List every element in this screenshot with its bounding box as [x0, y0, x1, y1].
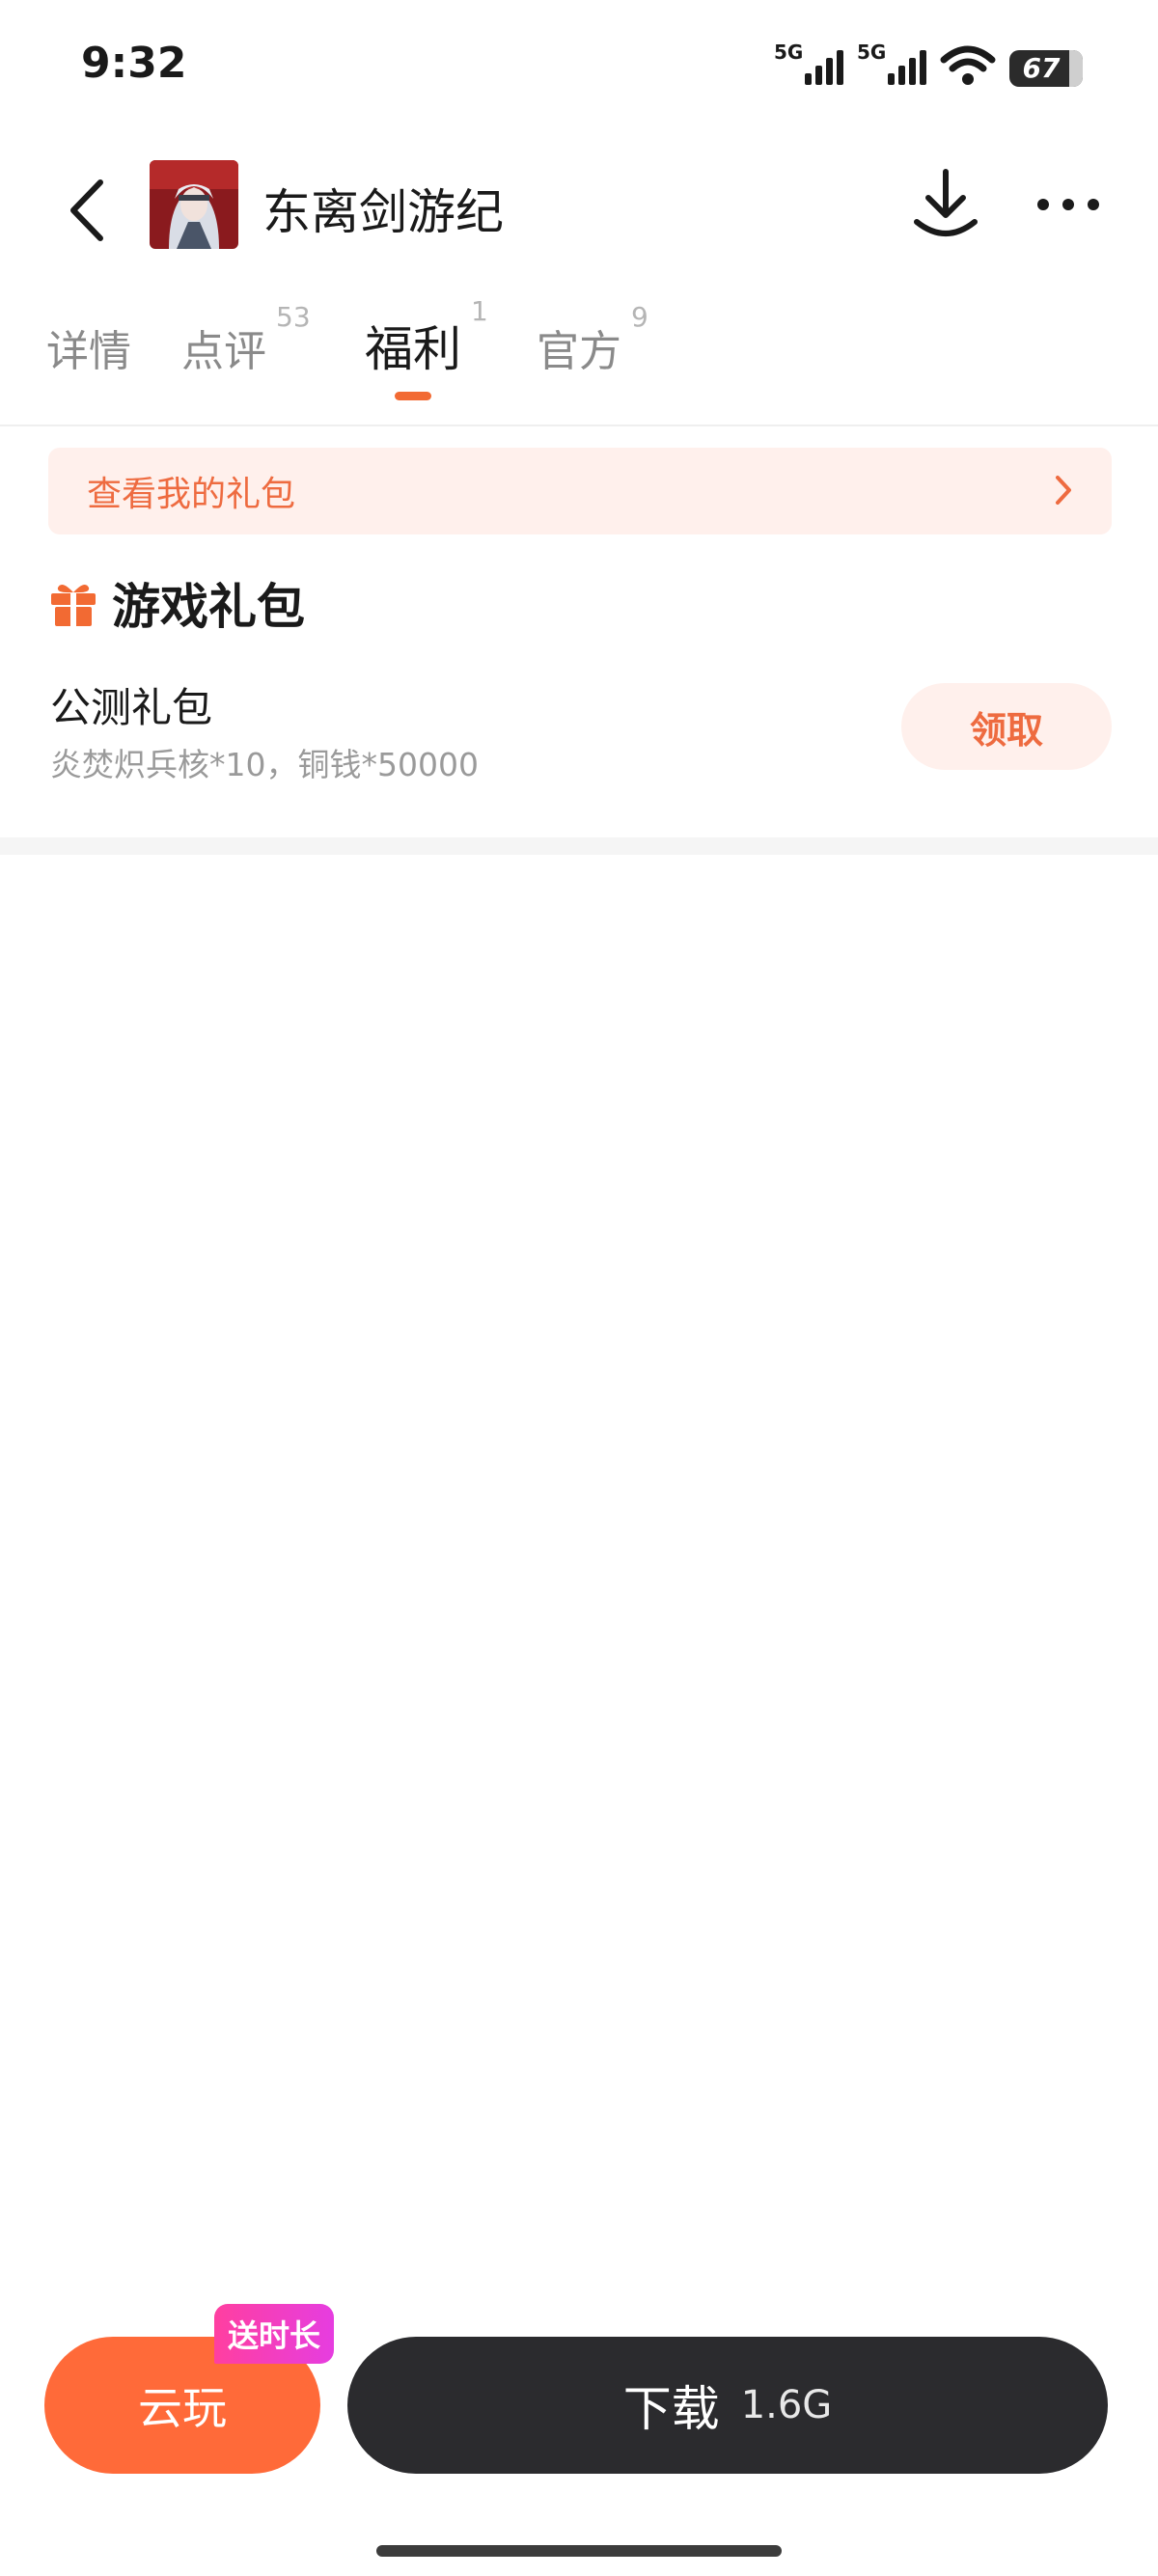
cloud-play-label: 云玩 — [138, 2382, 227, 2434]
tab-details[interactable]: 详情 — [46, 316, 131, 378]
battery-icon: 67 — [1009, 50, 1083, 87]
more-options-button[interactable] — [1037, 183, 1099, 226]
tab-official[interactable]: 官方 9 — [537, 301, 648, 378]
my-gifts-label: 查看我的礼包 — [87, 475, 296, 514]
gift-description: 炎焚炽兵核*10，铜钱*50000 — [50, 746, 479, 783]
app-avatar[interactable] — [150, 160, 238, 249]
bonus-time-tag: 送时长 — [214, 2304, 335, 2364]
tab-badge-count: 1 — [471, 295, 488, 327]
gift-section-header: 游戏礼包 — [48, 569, 305, 637]
tab-benefits[interactable]: 福利 1 — [365, 295, 488, 380]
status-time: 9:32 — [81, 39, 187, 88]
claim-button[interactable]: 领取 — [901, 683, 1112, 770]
back-button[interactable] — [58, 172, 116, 249]
gift-name: 公测礼包 — [50, 684, 213, 731]
section-title: 游戏礼包 — [112, 579, 305, 635]
download-manager-button[interactable] — [912, 166, 979, 243]
signal-5g-icon: 5G — [857, 41, 926, 91]
status-icons: 5G 5G 67 — [774, 37, 1083, 91]
home-indicator[interactable] — [376, 2545, 782, 2557]
download-button[interactable]: 下载 1.6G — [347, 2337, 1108, 2474]
download-size: 1.6G — [740, 2383, 833, 2427]
more-icon — [1037, 199, 1049, 210]
back-icon — [70, 179, 103, 241]
chevron-right-icon — [1056, 476, 1071, 505]
active-tab-indicator — [395, 392, 431, 400]
tab-badge-count: 53 — [276, 301, 311, 333]
my-gifts-banner[interactable]: 查看我的礼包 — [48, 448, 1112, 534]
app-header: 东离剑游纪 — [0, 145, 1158, 270]
status-bar: 9:32 5G 5G 67 — [0, 0, 1158, 135]
tab-bar: 详情 点评 53 福利 1 官方 9 — [0, 295, 1158, 426]
tab-badge-count: 9 — [631, 301, 648, 333]
download-label: 下载 — [622, 2381, 720, 2437]
tab-reviews[interactable]: 点评 53 — [181, 301, 311, 378]
download-icon — [914, 169, 978, 236]
signal-5g-icon: 5G — [774, 41, 843, 91]
wifi-icon — [940, 45, 996, 85]
gift-icon — [51, 584, 96, 626]
gift-list-item: 公测礼包 炎焚炽兵核*10，铜钱*50000 领取 — [48, 666, 1112, 791]
section-divider — [0, 837, 1158, 855]
app-title: 东离剑游纪 — [262, 184, 504, 240]
